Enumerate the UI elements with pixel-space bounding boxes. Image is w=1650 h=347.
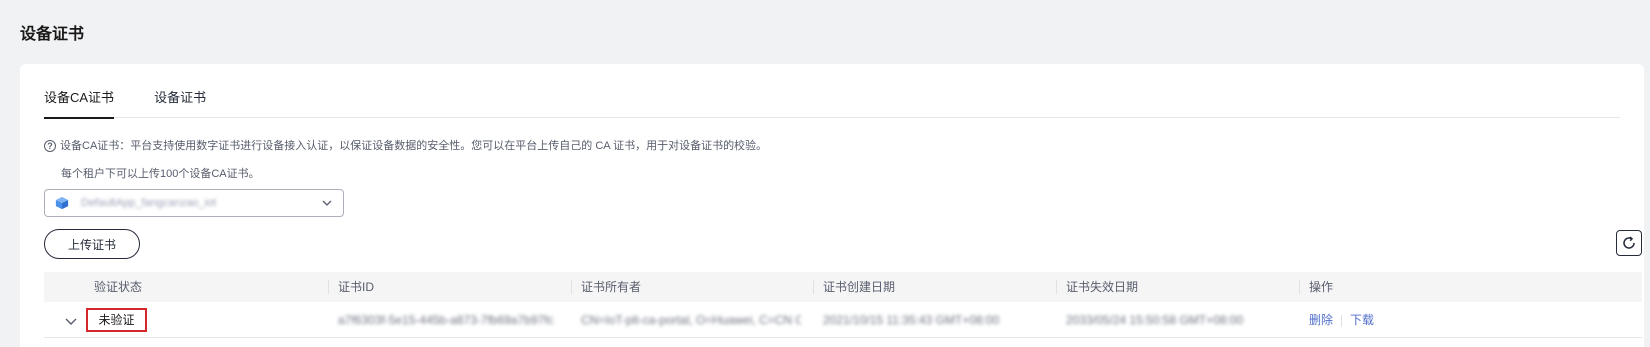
status-badge: 未验证 — [86, 308, 147, 332]
help-icon: ? — [44, 140, 56, 152]
notice-text-1: 设备CA证书：平台支持使用数字证书进行设备接入认证，以保证设备数据的安全性。您可… — [60, 140, 768, 152]
cert-table: 验证状态 证书ID 证书所有者 证书创建日期 证书失效日期 操作 未验证 a7f… — [44, 272, 1642, 338]
upload-cert-button[interactable]: 上传证书 — [44, 229, 140, 259]
cube-icon — [55, 196, 69, 210]
col-expires: 证书失效日期 — [1066, 280, 1139, 294]
expires-cell: 2033/05/24 15:50:58 GMT+08:00 — [1066, 313, 1244, 327]
delete-link[interactable]: 删除 — [1309, 313, 1333, 327]
instance-select[interactable]: DefaultApp_fangcanzao_iot — [44, 189, 344, 217]
tab-bar: 设备CA证书 设备证书 — [44, 90, 1620, 119]
page-title: 设备证书 — [20, 26, 85, 43]
notice: ? 设备CA证书：平台支持使用数字证书进行设备接入认证，以保证设备数据的安全性。… — [44, 136, 767, 184]
col-owner: 证书所有者 — [581, 280, 642, 294]
cert-id-cell: a7f6303f-5e15-445b-a873-7fb69a7b97fc — [338, 313, 554, 327]
table-row: 未验证 a7f6303f-5e15-445b-a873-7fb69a7b97fc… — [44, 302, 1642, 338]
col-created: 证书创建日期 — [823, 280, 896, 294]
created-cell: 2021/10/15 11:35:43 GMT+08:00 — [823, 313, 1000, 327]
certificate-card: 设备CA证书 设备证书 ? 设备CA证书：平台支持使用数字证书进行设备接入认证，… — [20, 64, 1644, 347]
col-status: 验证状态 — [94, 280, 143, 294]
download-link[interactable]: 下载 — [1350, 313, 1374, 327]
chevron-down-icon — [322, 200, 332, 206]
table-header: 验证状态 证书ID 证书所有者 证书创建日期 证书失效日期 操作 — [44, 272, 1642, 302]
notice-text-2: 每个租户下可以上传100个设备CA证书。 — [61, 168, 260, 180]
col-cert-id: 证书ID — [338, 280, 375, 294]
actions-cell: 删除 下载 — [1309, 302, 1374, 338]
col-actions: 操作 — [1309, 280, 1334, 294]
tab-device-cert[interactable]: 设备证书 — [154, 90, 206, 118]
instance-select-value: DefaultApp_fangcanzao_iot — [81, 197, 217, 209]
refresh-button[interactable] — [1616, 230, 1642, 256]
tab-device-ca-cert[interactable]: 设备CA证书 — [44, 90, 115, 119]
refresh-icon — [1623, 236, 1635, 249]
owner-cell: CN=IoT-plt-ca-portal, O=Huawei, C=CN C..… — [581, 313, 801, 327]
chevron-down-icon[interactable] — [64, 314, 78, 328]
